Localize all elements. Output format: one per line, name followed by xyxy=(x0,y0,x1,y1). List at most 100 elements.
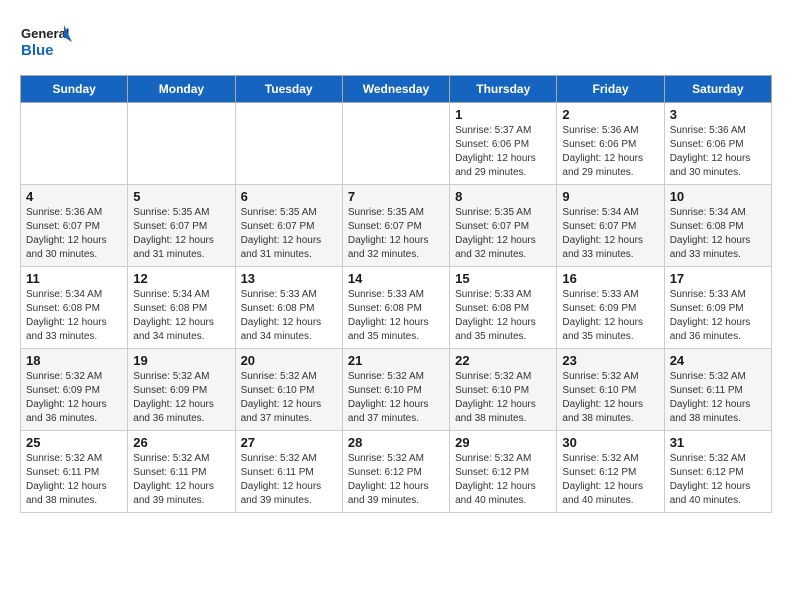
calendar-cell: 16 Sunrise: 5:33 AMSunset: 6:09 PMDayligh… xyxy=(557,267,664,349)
day-info: Sunrise: 5:33 AMSunset: 6:09 PMDaylight:… xyxy=(562,288,658,344)
day-info: Sunrise: 5:33 AMSunset: 6:08 PMDaylight:… xyxy=(348,288,444,344)
calendar-cell: 13 Sunrise: 5:33 AMSunset: 6:08 PMDayligh… xyxy=(235,267,342,349)
day-info: Sunrise: 5:32 AMSunset: 6:12 PMDaylight:… xyxy=(348,452,444,508)
calendar-cell: 14Sunrise: 5:33 AMSunset: 6:08 PMDayligh… xyxy=(342,267,449,349)
day-info: Sunrise: 5:32 AMSunset: 6:12 PMDaylight:… xyxy=(455,452,551,508)
day-info: Sunrise: 5:35 AMSunset: 6:07 PMDaylight:… xyxy=(133,206,229,262)
logo: General Blue xyxy=(20,20,75,65)
day-info: Sunrise: 5:35 AMSunset: 6:07 PMDaylight:… xyxy=(455,206,551,262)
day-number: 12 xyxy=(133,271,229,286)
calendar-cell xyxy=(342,103,449,185)
day-info: Sunrise: 5:37 AMSunset: 6:06 PMDaylight:… xyxy=(455,124,551,180)
calendar-cell: 18 Sunrise: 5:32 AMSunset: 6:09 PMDayligh… xyxy=(21,349,128,431)
week-row-3: 11 Sunrise: 5:34 AMSunset: 6:08 PMDayligh… xyxy=(21,267,772,349)
calendar-cell: 15 Sunrise: 5:33 AMSunset: 6:08 PMDayligh… xyxy=(450,267,557,349)
day-info: Sunrise: 5:35 AMSunset: 6:07 PMDaylight:… xyxy=(241,206,337,262)
calendar-cell: 10Sunrise: 5:34 AMSunset: 6:08 PMDayligh… xyxy=(664,185,771,267)
day-number: 20 xyxy=(241,353,337,368)
calendar-cell: 11 Sunrise: 5:34 AMSunset: 6:08 PMDayligh… xyxy=(21,267,128,349)
calendar-cell: 8 Sunrise: 5:35 AMSunset: 6:07 PMDaylight… xyxy=(450,185,557,267)
day-info: Sunrise: 5:32 AMSunset: 6:11 PMDaylight:… xyxy=(670,370,766,426)
day-number: 2 xyxy=(562,107,658,122)
day-number: 15 xyxy=(455,271,551,286)
calendar-cell: 25 Sunrise: 5:32 AMSunset: 6:11 PMDayligh… xyxy=(21,431,128,513)
calendar-cell: 28 Sunrise: 5:32 AMSunset: 6:12 PMDayligh… xyxy=(342,431,449,513)
day-number: 3 xyxy=(670,107,766,122)
day-number: 28 xyxy=(348,435,444,450)
day-number: 18 xyxy=(26,353,122,368)
day-number: 11 xyxy=(26,271,122,286)
day-number: 9 xyxy=(562,189,658,204)
header-saturday: Saturday xyxy=(664,76,771,103)
logo-svg: General Blue xyxy=(20,20,75,65)
day-number: 7 xyxy=(348,189,444,204)
day-number: 26 xyxy=(133,435,229,450)
calendar-cell: 22 Sunrise: 5:32 AMSunset: 6:10 PMDayligh… xyxy=(450,349,557,431)
day-info: Sunrise: 5:34 AMSunset: 6:08 PMDaylight:… xyxy=(133,288,229,344)
calendar-header: SundayMondayTuesdayWednesdayThursdayFrid… xyxy=(21,76,772,103)
calendar-cell: 29Sunrise: 5:32 AMSunset: 6:12 PMDayligh… xyxy=(450,431,557,513)
day-info: Sunrise: 5:33 AMSunset: 6:08 PMDaylight:… xyxy=(241,288,337,344)
day-number: 8 xyxy=(455,189,551,204)
header-friday: Friday xyxy=(557,76,664,103)
day-info: Sunrise: 5:35 AMSunset: 6:07 PMDaylight:… xyxy=(348,206,444,262)
calendar-cell: 21Sunrise: 5:32 AMSunset: 6:10 PMDayligh… xyxy=(342,349,449,431)
day-info: Sunrise: 5:32 AMSunset: 6:11 PMDaylight:… xyxy=(241,452,337,508)
day-info: Sunrise: 5:36 AMSunset: 6:06 PMDaylight:… xyxy=(670,124,766,180)
day-info: Sunrise: 5:34 AMSunset: 6:08 PMDaylight:… xyxy=(26,288,122,344)
week-row-4: 18 Sunrise: 5:32 AMSunset: 6:09 PMDayligh… xyxy=(21,349,772,431)
header-thursday: Thursday xyxy=(450,76,557,103)
calendar-cell: 9 Sunrise: 5:34 AMSunset: 6:07 PMDaylight… xyxy=(557,185,664,267)
day-number: 21 xyxy=(348,353,444,368)
week-row-5: 25 Sunrise: 5:32 AMSunset: 6:11 PMDayligh… xyxy=(21,431,772,513)
day-number: 17 xyxy=(670,271,766,286)
calendar-cell xyxy=(235,103,342,185)
day-number: 6 xyxy=(241,189,337,204)
day-number: 13 xyxy=(241,271,337,286)
page-header: General Blue xyxy=(20,20,772,65)
day-info: Sunrise: 5:32 AMSunset: 6:12 PMDaylight:… xyxy=(670,452,766,508)
day-info: Sunrise: 5:36 AMSunset: 6:07 PMDaylight:… xyxy=(26,206,122,262)
day-number: 16 xyxy=(562,271,658,286)
calendar-cell: 6 Sunrise: 5:35 AMSunset: 6:07 PMDaylight… xyxy=(235,185,342,267)
day-number: 25 xyxy=(26,435,122,450)
day-info: Sunrise: 5:33 AMSunset: 6:08 PMDaylight:… xyxy=(455,288,551,344)
day-number: 27 xyxy=(241,435,337,450)
day-number: 22 xyxy=(455,353,551,368)
calendar-cell: 1 Sunrise: 5:37 AMSunset: 6:06 PMDaylight… xyxy=(450,103,557,185)
header-wednesday: Wednesday xyxy=(342,76,449,103)
calendar-cell: 12 Sunrise: 5:34 AMSunset: 6:08 PMDayligh… xyxy=(128,267,235,349)
day-number: 19 xyxy=(133,353,229,368)
day-number: 5 xyxy=(133,189,229,204)
day-info: Sunrise: 5:32 AMSunset: 6:10 PMDaylight:… xyxy=(455,370,551,426)
day-info: Sunrise: 5:34 AMSunset: 6:08 PMDaylight:… xyxy=(670,206,766,262)
calendar-cell: 7 Sunrise: 5:35 AMSunset: 6:07 PMDaylight… xyxy=(342,185,449,267)
calendar-cell: 20Sunrise: 5:32 AMSunset: 6:10 PMDayligh… xyxy=(235,349,342,431)
calendar-cell: 31Sunrise: 5:32 AMSunset: 6:12 PMDayligh… xyxy=(664,431,771,513)
day-info: Sunrise: 5:32 AMSunset: 6:09 PMDaylight:… xyxy=(26,370,122,426)
day-info: Sunrise: 5:32 AMSunset: 6:11 PMDaylight:… xyxy=(133,452,229,508)
header-tuesday: Tuesday xyxy=(235,76,342,103)
day-info: Sunrise: 5:32 AMSunset: 6:12 PMDaylight:… xyxy=(562,452,658,508)
day-info: Sunrise: 5:32 AMSunset: 6:11 PMDaylight:… xyxy=(26,452,122,508)
day-number: 24 xyxy=(670,353,766,368)
day-info: Sunrise: 5:34 AMSunset: 6:07 PMDaylight:… xyxy=(562,206,658,262)
calendar-cell: 5 Sunrise: 5:35 AMSunset: 6:07 PMDaylight… xyxy=(128,185,235,267)
calendar-cell xyxy=(21,103,128,185)
calendar-body: 1 Sunrise: 5:37 AMSunset: 6:06 PMDaylight… xyxy=(21,103,772,513)
day-info: Sunrise: 5:32 AMSunset: 6:10 PMDaylight:… xyxy=(562,370,658,426)
header-row: SundayMondayTuesdayWednesdayThursdayFrid… xyxy=(21,76,772,103)
calendar-table: SundayMondayTuesdayWednesdayThursdayFrid… xyxy=(20,75,772,513)
header-monday: Monday xyxy=(128,76,235,103)
calendar-cell: 3 Sunrise: 5:36 AMSunset: 6:06 PMDaylight… xyxy=(664,103,771,185)
calendar-cell xyxy=(128,103,235,185)
day-info: Sunrise: 5:33 AMSunset: 6:09 PMDaylight:… xyxy=(670,288,766,344)
calendar-cell: 30Sunrise: 5:32 AMSunset: 6:12 PMDayligh… xyxy=(557,431,664,513)
calendar-cell: 27 Sunrise: 5:32 AMSunset: 6:11 PMDayligh… xyxy=(235,431,342,513)
day-number: 23 xyxy=(562,353,658,368)
day-info: Sunrise: 5:32 AMSunset: 6:09 PMDaylight:… xyxy=(133,370,229,426)
day-number: 1 xyxy=(455,107,551,122)
day-info: Sunrise: 5:36 AMSunset: 6:06 PMDaylight:… xyxy=(562,124,658,180)
week-row-2: 4Sunrise: 5:36 AMSunset: 6:07 PMDaylight… xyxy=(21,185,772,267)
calendar-cell: 17 Sunrise: 5:33 AMSunset: 6:09 PMDayligh… xyxy=(664,267,771,349)
